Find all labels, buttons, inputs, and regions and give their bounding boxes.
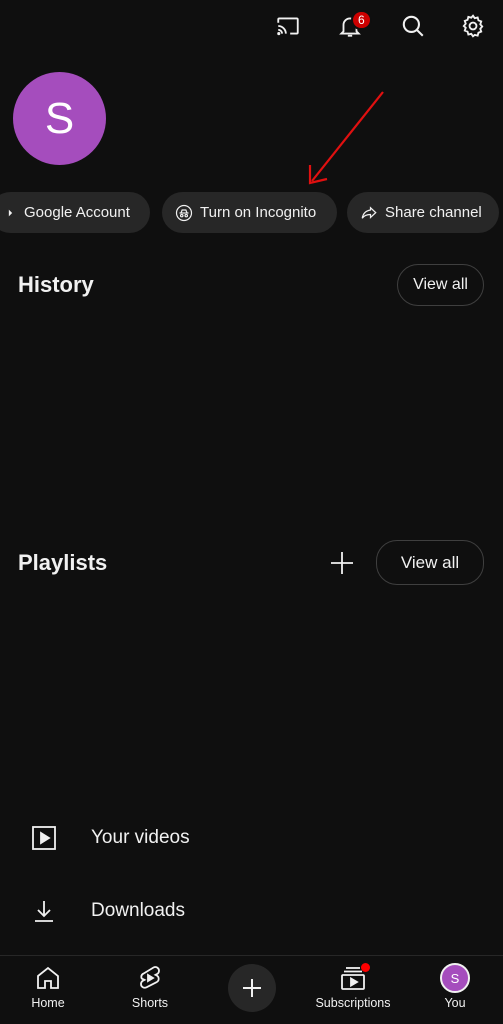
playlists-view-all-button[interactable]: View all xyxy=(376,540,484,585)
playlists-title: Playlists xyxy=(18,550,108,575)
incognito-chip[interactable]: Turn on Incognito xyxy=(162,192,337,233)
share-icon xyxy=(361,205,377,219)
nav-label: Shorts xyxy=(131,996,169,1010)
your-videos-item[interactable]: Your videos xyxy=(0,813,503,863)
new-content-dot xyxy=(361,963,370,972)
avatar: S xyxy=(440,963,470,993)
top-bar: 6 xyxy=(0,0,503,52)
downloads-item[interactable]: Downloads xyxy=(0,886,503,936)
nav-label: You xyxy=(444,996,466,1010)
history-title: History xyxy=(18,272,94,297)
create-button[interactable] xyxy=(228,964,276,1012)
chip-label: Share channel xyxy=(385,204,482,221)
nav-label: Home xyxy=(31,996,65,1010)
chip-label: Google Account xyxy=(24,204,130,221)
search-icon xyxy=(402,15,424,37)
nav-you[interactable]: S You xyxy=(425,956,485,1024)
incognito-icon xyxy=(175,204,193,221)
nav-subscriptions[interactable]: Subscriptions xyxy=(303,956,403,1024)
nav-label: Subscriptions xyxy=(315,996,391,1010)
chip-label: Turn on Incognito xyxy=(200,204,317,221)
account-chips: Google Account Turn on Incognito Share c… xyxy=(0,192,503,234)
nav-shorts[interactable]: Shorts xyxy=(120,956,180,1024)
annotation-arrow xyxy=(308,91,384,185)
plus-icon xyxy=(243,979,261,997)
menu-label: Downloads xyxy=(91,900,185,921)
settings-button[interactable] xyxy=(455,8,491,44)
cast-icon xyxy=(277,17,299,36)
home-icon xyxy=(37,966,59,989)
history-view-all-button[interactable]: View all xyxy=(397,264,484,306)
notifications-button[interactable]: 6 xyxy=(332,8,372,44)
gear-icon xyxy=(462,14,484,38)
google-account-chip[interactable]: Google Account xyxy=(0,192,150,233)
shorts-icon xyxy=(140,966,160,989)
download-icon xyxy=(35,901,53,922)
add-playlist-button[interactable] xyxy=(326,547,358,579)
share-channel-chip[interactable]: Share channel xyxy=(347,192,499,233)
bottom-navigation: Home Shorts Subscriptions S You xyxy=(0,955,503,1024)
profile-avatar[interactable]: S xyxy=(13,72,106,165)
nav-home[interactable]: Home xyxy=(18,956,78,1024)
search-button[interactable] xyxy=(395,8,431,44)
menu-label: Your videos xyxy=(91,827,190,848)
cast-button[interactable] xyxy=(270,8,306,44)
play-square-icon xyxy=(32,826,56,850)
notification-count-badge: 6 xyxy=(351,10,372,30)
google-icon xyxy=(8,209,13,216)
